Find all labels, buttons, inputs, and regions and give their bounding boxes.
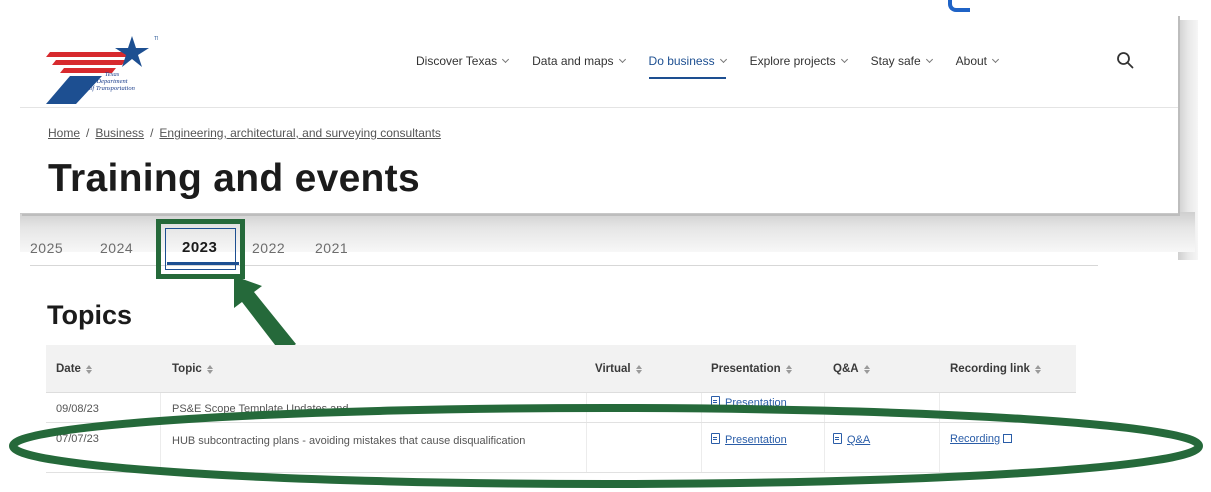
tab-2022[interactable]: 2022 xyxy=(252,240,285,256)
breadcrumb: Home / Business / Engineering, architect… xyxy=(48,126,441,140)
txdot-logo[interactable]: TM xyxy=(46,24,158,104)
breadcrumb-consultants[interactable]: Engineering, architectural, and surveyin… xyxy=(159,126,441,140)
chevron-down-icon xyxy=(991,55,1000,64)
header-topic[interactable]: Topic xyxy=(172,363,213,375)
header-label: Topic xyxy=(172,363,202,375)
breadcrumb-business[interactable]: Business xyxy=(95,126,144,140)
search-icon[interactable] xyxy=(1116,51,1134,69)
site-navbar: TM Texas Department of Transportation Di… xyxy=(20,14,1178,108)
sort-icon xyxy=(785,364,792,374)
nav-label: Stay safe xyxy=(870,54,921,68)
sort-icon xyxy=(635,364,642,374)
page-screenshot: TM Texas Department of Transportation Di… xyxy=(0,0,1211,492)
page-title: Training and events xyxy=(48,157,420,200)
tab-focus-outline xyxy=(165,228,236,270)
breadcrumb-separator: / xyxy=(86,126,90,140)
nav-label: Explore projects xyxy=(749,54,836,68)
nav-discover-texas[interactable]: Discover Texas xyxy=(416,54,510,68)
chevron-down-icon xyxy=(502,55,510,64)
header-card: TM Texas Department of Transportation Di… xyxy=(20,14,1178,214)
annotation-highlight-box xyxy=(156,219,245,279)
nav-explore-projects[interactable]: Explore projects xyxy=(749,54,848,68)
section-title: Topics xyxy=(47,300,133,330)
sort-icon xyxy=(206,364,213,374)
chevron-down-icon xyxy=(719,55,727,64)
breadcrumb-home[interactable]: Home xyxy=(48,126,80,140)
logo-line-1: Texas xyxy=(104,71,120,78)
nav-label: Do business xyxy=(648,54,715,68)
logo-line-2: Department xyxy=(96,78,128,85)
table-header: Date Topic Virtual Presentation Q&A Reco… xyxy=(46,345,1076,393)
nav-do-business[interactable]: Do business xyxy=(648,54,727,79)
header-date[interactable]: Date xyxy=(56,363,92,375)
sort-icon xyxy=(85,364,92,374)
nav-label: Discover Texas xyxy=(416,54,498,68)
sort-icon xyxy=(863,364,870,374)
chevron-down-icon xyxy=(925,55,933,64)
sort-icon xyxy=(1034,364,1041,374)
svg-text:TM: TM xyxy=(154,36,158,42)
breadcrumb-separator: / xyxy=(150,126,154,140)
header-label: Q&A xyxy=(833,363,859,375)
top-accent-mark xyxy=(948,0,970,12)
nav-label: Data and maps xyxy=(532,54,614,68)
nav-stay-safe[interactable]: Stay safe xyxy=(870,54,933,68)
header-presentation[interactable]: Presentation xyxy=(711,363,792,375)
main-nav: Discover Texas Data and maps Do business… xyxy=(416,54,1022,79)
header-label: Recording link xyxy=(950,363,1030,375)
header-label: Date xyxy=(56,363,81,375)
logo-caption: Texas Department of Transportation xyxy=(82,71,142,92)
header-recording[interactable]: Recording link xyxy=(950,363,1041,375)
header-label: Presentation xyxy=(711,363,781,375)
chevron-down-icon xyxy=(840,55,848,64)
header-virtual[interactable]: Virtual xyxy=(595,363,642,375)
nav-about[interactable]: About xyxy=(955,54,1000,68)
nav-label: About xyxy=(955,54,988,68)
annotation-ellipse xyxy=(9,404,1203,488)
logo-line-3: of Transportation xyxy=(89,85,135,92)
tab-2025[interactable]: 2025 xyxy=(30,240,63,256)
nav-data-and-maps[interactable]: Data and maps xyxy=(532,54,626,68)
header-label: Virtual xyxy=(595,363,631,375)
chevron-down-icon xyxy=(618,55,626,64)
tab-2024[interactable]: 2024 xyxy=(100,240,133,256)
header-qa[interactable]: Q&A xyxy=(833,363,870,375)
tab-2021[interactable]: 2021 xyxy=(315,240,348,256)
